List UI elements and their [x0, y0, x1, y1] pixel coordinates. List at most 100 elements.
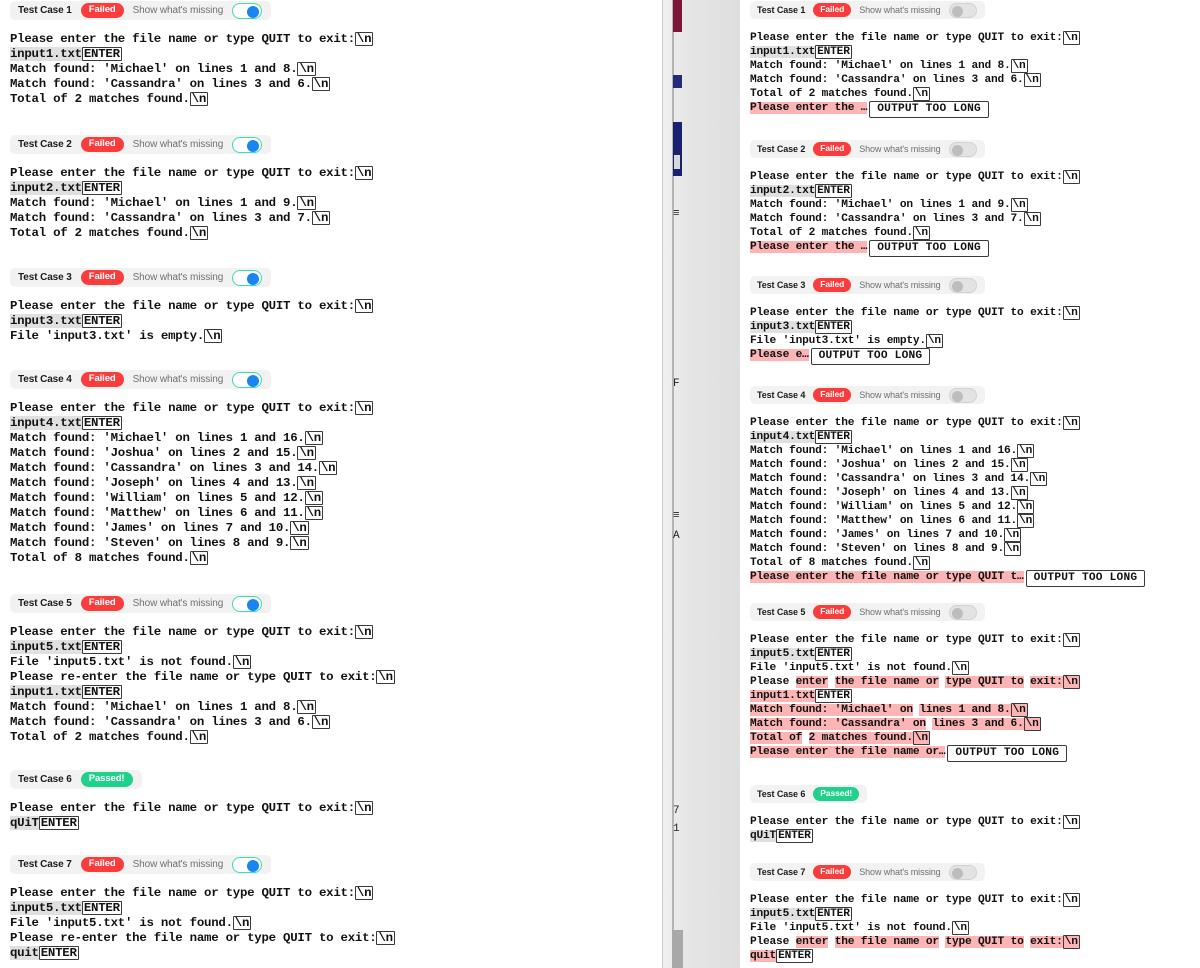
show-missing-label[interactable]: Show what's missing — [133, 272, 224, 283]
output-line: Total of 2 matches found. \n — [10, 730, 662, 745]
missing-output-highlight: Please enter the file name or type QUIT … — [750, 571, 1024, 583]
output-line: Match found: 'Michael' on lines 1 and 8.… — [750, 59, 1200, 73]
output-text: Please enter the file name or type QUIT … — [10, 401, 355, 415]
show-missing-label[interactable]: Show what's missing — [859, 280, 940, 290]
output-text: Please enter the file name or type QUIT … — [10, 886, 355, 900]
enter-key-token: ENTER — [815, 430, 852, 444]
output-line: input2.txt ENTER — [10, 181, 662, 196]
output-line: Please enter the file name or type QUIT … — [750, 815, 1200, 829]
user-input-echo: qUiT — [10, 816, 39, 830]
show-missing-toggle[interactable] — [948, 141, 977, 157]
output-text: Match found: 'Joseph' on lines 4 and 13. — [750, 487, 1011, 499]
output-line: Please enter the … OUTPUT TOO LONG — [750, 101, 1200, 118]
newline-escape-token: \n — [297, 700, 316, 714]
program-output: Please enter the file name or type QUIT … — [10, 166, 662, 241]
show-missing-toggle[interactable] — [232, 136, 263, 153]
show-missing-toggle[interactable] — [232, 2, 263, 19]
show-missing-label[interactable]: Show what's missing — [133, 598, 224, 609]
output-text: Match found: 'Joshua' on lines 2 and 15. — [10, 446, 298, 460]
test-case-title: Test Case 7 — [757, 867, 806, 877]
output-text: Total of 8 matches found. — [750, 557, 913, 569]
output-text: Match found: 'James' on lines 7 and 10. — [10, 521, 291, 535]
output-line: Match found: 'Joseph' on lines 4 and 13.… — [750, 486, 1200, 500]
user-input-echo: input2.txt — [750, 185, 816, 197]
show-missing-toggle[interactable] — [232, 856, 263, 873]
newline-escape-token: \n — [290, 536, 309, 550]
newline-escape-token: \n — [304, 506, 323, 520]
test-case-title: Test Case 4 — [18, 374, 72, 385]
test-case-header: Test Case 1 Failed Show what's missing — [750, 1, 985, 19]
show-missing-toggle[interactable] — [948, 604, 977, 620]
output-text: Match found: 'Cassandra' on lines 3 and … — [10, 461, 319, 475]
newline-escape-token: \n — [297, 476, 316, 490]
status-badge: Passed! — [80, 772, 133, 787]
actual-output-panel[interactable]: Test Case 1 Failed Show what's missing Plea… — [740, 0, 1200, 968]
status-badge: Failed — [813, 142, 852, 156]
show-missing-toggle[interactable] — [948, 387, 977, 403]
test-case-block: Test Case 3 Failed Show what's missing Plea… — [10, 267, 662, 344]
output-too-long-badge[interactable]: OUTPUT TOO LONG — [810, 348, 931, 365]
newline-escape-token: \n — [376, 670, 395, 684]
output-line: Please enter the file name or type QUIT … — [10, 886, 662, 901]
show-missing-label[interactable]: Show what's missing — [859, 5, 940, 15]
output-text: Total of 2 matches found. — [10, 92, 190, 106]
status-badge: Failed — [80, 137, 124, 152]
show-missing-label[interactable]: Show what's missing — [133, 139, 224, 150]
missing-output-highlight: enter — [795, 676, 829, 688]
user-input-echo: input5.txt — [10, 640, 82, 654]
background-window-sliver[interactable]: ≡ F ≡ A 7 1 — [662, 0, 740, 968]
output-text: Total of 2 matches found. — [750, 88, 913, 100]
show-missing-label[interactable]: Show what's missing — [859, 390, 940, 400]
show-missing-toggle[interactable] — [232, 371, 263, 388]
show-missing-label[interactable]: Show what's missing — [859, 607, 940, 617]
toggle-knob — [247, 139, 260, 152]
show-missing-label[interactable]: Show what's missing — [133, 374, 224, 385]
show-missing-label[interactable]: Show what's missing — [133, 5, 224, 16]
window-scrollbar-thumb[interactable] — [672, 930, 683, 968]
output-line: input3.txt ENTER — [10, 314, 662, 329]
test-case-block: Test Case 2 Failed Show what's missing Plea… — [10, 134, 662, 241]
output-line: input2.txt ENTER — [750, 184, 1200, 198]
test-case-block: Test Case 5 Failed Show what's missing Plea… — [10, 593, 662, 745]
show-missing-toggle[interactable] — [232, 269, 263, 286]
output-line: Match found: 'James' on lines 7 and 10. \… — [750, 528, 1200, 542]
program-output: Please enter the file name or type QUIT … — [750, 633, 1200, 762]
show-missing-label[interactable]: Show what's missing — [859, 144, 940, 154]
show-missing-label[interactable]: Show what's missing — [133, 859, 224, 870]
output-line: Match found: 'Matthew' on lines 6 and 11… — [750, 514, 1200, 528]
show-missing-toggle[interactable] — [232, 595, 263, 612]
newline-escape-token: \n — [189, 226, 209, 240]
output-line: Please enter the file name or type QUIT … — [750, 893, 1200, 907]
output-text: Match found: 'Michael' on lines 1 and 9. — [750, 199, 1011, 211]
show-missing-toggle[interactable] — [948, 2, 977, 18]
show-missing-toggle[interactable] — [948, 277, 977, 293]
test-case-header: Test Case 7 Failed Show what's missing — [750, 863, 985, 881]
enter-key-token: ENTER — [776, 949, 813, 963]
newline-escape-token: \n — [297, 446, 316, 460]
output-too-long-badge[interactable]: OUTPUT TOO LONG — [869, 240, 989, 257]
user-input-echo: input1.txt — [10, 47, 82, 61]
output-line: Please enter the file name or type QUIT … — [750, 935, 1200, 949]
expected-output-panel[interactable]: Test Case 1 Failed Show what's missing Plea… — [0, 0, 662, 968]
missing-output-highlight: Please e… — [750, 349, 809, 361]
show-missing-label[interactable]: Show what's missing — [859, 867, 940, 877]
show-missing-toggle[interactable] — [948, 864, 977, 880]
output-line: Match found: 'William' on lines 5 and 12… — [10, 491, 662, 506]
output-line: Total of 8 matches found. \n — [10, 551, 662, 566]
user-input-echo: input3.txt — [750, 321, 816, 333]
output-too-long-badge[interactable]: OUTPUT TOO LONG — [947, 745, 1068, 762]
newline-escape-token-missing: \n — [1023, 717, 1041, 731]
output-too-long-badge[interactable]: OUTPUT TOO LONG — [1025, 570, 1146, 587]
output-line: Match found: 'William' on lines 5 and 12… — [750, 500, 1200, 514]
newline-escape-token-missing: \n — [1062, 935, 1080, 949]
output-text: Match found: 'Steven' on lines 8 and 9. — [750, 543, 1005, 555]
output-too-long-badge[interactable]: OUTPUT TOO LONG — [869, 101, 989, 118]
output-text: Match found: 'Michael' on lines 1 and 16… — [750, 445, 1018, 457]
output-text: Match found: 'Cassandra' on lines 3 and … — [10, 211, 312, 225]
test-case-title: Test Case 5 — [757, 607, 806, 617]
newline-escape-token: \n — [304, 431, 323, 445]
program-output: Please enter the file name or type QUIT … — [10, 401, 662, 566]
test-case-title: Test Case 5 — [18, 598, 72, 609]
test-case-title: Test Case 4 — [757, 390, 806, 400]
